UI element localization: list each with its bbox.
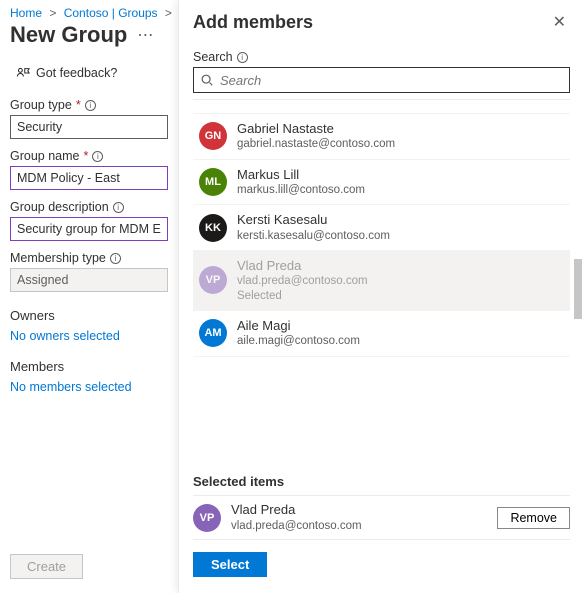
result-row[interactable]: ML Markus Lillmarkus.lill@contoso.com [193, 160, 570, 206]
membership-type-label: Membership typei [10, 251, 168, 265]
result-email: kersti.kasesalu@contoso.com [237, 229, 390, 243]
selected-items-heading: Selected items [193, 474, 570, 489]
info-icon[interactable]: i [85, 100, 96, 111]
group-description-label: Group descriptioni [10, 200, 168, 214]
group-type-label: Group type*i [10, 98, 168, 112]
result-row[interactable] [193, 100, 570, 114]
result-name: Vlad Preda [237, 258, 368, 274]
info-icon[interactable]: i [237, 52, 248, 63]
result-email: aile.magi@contoso.com [237, 334, 360, 348]
search-icon [200, 73, 214, 87]
breadcrumb-home[interactable]: Home [10, 6, 42, 20]
feedback-link[interactable]: Got feedback? [16, 66, 168, 80]
info-icon[interactable]: i [110, 253, 121, 264]
feedback-label: Got feedback? [36, 66, 117, 80]
page-title: New Group [10, 22, 127, 48]
selected-items-list: VP Vlad Predavlad.preda@contoso.com Remove [193, 495, 570, 540]
result-name: Aile Magi [237, 318, 360, 334]
search-box[interactable] [193, 67, 570, 93]
result-row[interactable]: AM Aile Magiaile.magi@contoso.com [193, 311, 570, 357]
feedback-icon [16, 66, 30, 80]
more-actions-button[interactable]: ⋯ [137, 25, 153, 45]
selected-label: Selected [237, 289, 368, 303]
add-members-panel: Add members ✕ Searchi GN Gabriel Nastaste… [178, 0, 584, 593]
avatar: AM [199, 319, 227, 347]
breadcrumb-contoso-groups[interactable]: Contoso | Groups [64, 6, 158, 20]
result-email: markus.lill@contoso.com [237, 183, 365, 197]
create-button[interactable]: Create [10, 554, 83, 579]
info-icon[interactable]: i [92, 151, 103, 162]
result-row[interactable]: KK Kersti Kasesalukersti.kasesalu@contoso… [193, 205, 570, 251]
membership-type-select[interactable] [10, 268, 168, 292]
result-row-selected: VP Vlad Predavlad.preda@contoso.comSelect… [193, 251, 570, 311]
search-input[interactable] [214, 72, 563, 89]
close-icon[interactable]: ✕ [549, 8, 570, 36]
no-owners-link[interactable]: No owners selected [10, 329, 168, 343]
avatar: VP [193, 504, 221, 532]
avatar: KK [199, 214, 227, 242]
group-name-input[interactable] [10, 166, 168, 190]
avatar: VP [199, 266, 227, 294]
result-row[interactable]: GN Gabriel Nastastegabriel.nastaste@conto… [193, 114, 570, 160]
result-name: Kersti Kasesalu [237, 212, 390, 228]
selected-email: vlad.preda@contoso.com [231, 519, 362, 533]
result-name: Gabriel Nastaste [237, 121, 395, 137]
search-label: Searchi [193, 50, 570, 64]
avatar: GN [199, 122, 227, 150]
result-email: vlad.preda@contoso.com [237, 274, 368, 288]
result-name: Markus Lill [237, 167, 365, 183]
remove-button[interactable]: Remove [497, 507, 570, 529]
owners-heading: Owners [10, 308, 168, 323]
no-members-link[interactable]: No members selected [10, 380, 168, 394]
group-description-input[interactable] [10, 217, 168, 241]
group-name-label: Group name*i [10, 149, 168, 163]
results-list: GN Gabriel Nastastegabriel.nastaste@conto… [193, 99, 570, 357]
panel-title: Add members [193, 12, 313, 33]
select-button[interactable]: Select [193, 552, 267, 577]
result-email: gabriel.nastaste@contoso.com [237, 137, 395, 151]
avatar: ML [199, 168, 227, 196]
scrollbar-track[interactable] [572, 99, 582, 357]
scrollbar-thumb[interactable] [574, 259, 582, 319]
selected-name: Vlad Preda [231, 502, 362, 518]
selected-item-row: VP Vlad Predavlad.preda@contoso.com Remove [193, 495, 570, 540]
members-heading: Members [10, 359, 168, 374]
info-icon[interactable]: i [113, 202, 124, 213]
group-type-select[interactable] [10, 115, 168, 139]
